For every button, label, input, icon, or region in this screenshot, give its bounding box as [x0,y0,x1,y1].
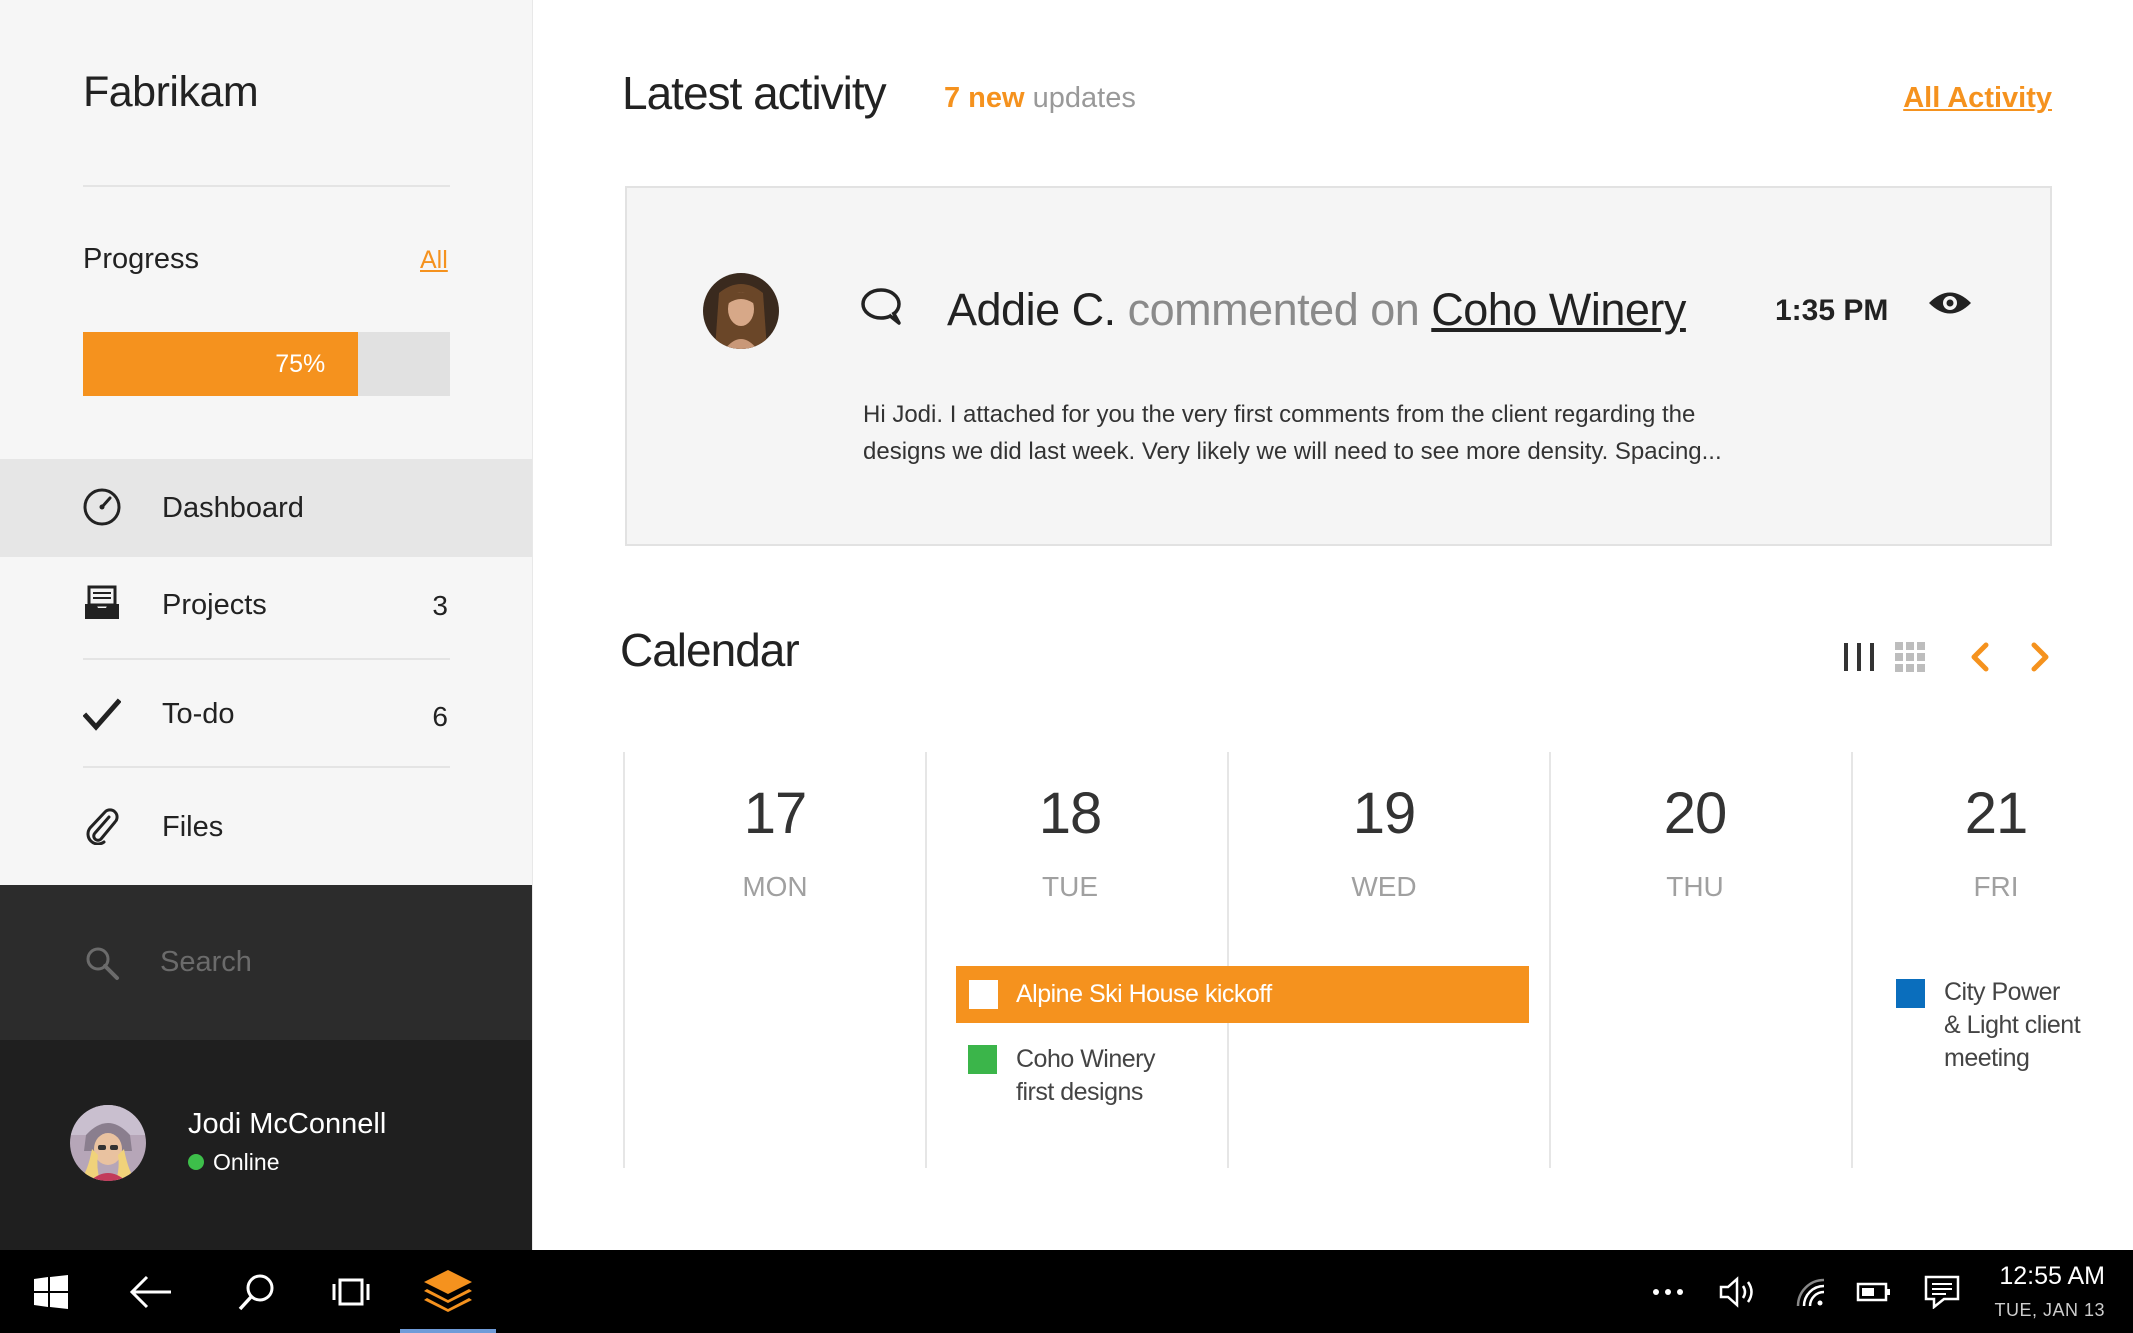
event-title-line: City Power [1944,978,2060,1006]
paperclip-icon [82,806,122,846]
nav-label: Projects [162,589,267,621]
day-number: 21 [1964,781,2029,846]
fabrikam-app-icon[interactable] [400,1250,496,1333]
nav-item-dashboard[interactable]: Dashboard [0,459,533,557]
active-app-indicator [400,1329,496,1333]
battery-icon[interactable] [1852,1250,1896,1333]
nav-label: Dashboard [162,492,304,524]
updates-new-count: 7 new [944,82,1025,114]
event-color-marker [968,1045,997,1074]
event-coho-winery-first-designs[interactable]: Coho Winery first designs [1016,1043,1156,1109]
day-name: TUE [1042,871,1098,902]
calendar-day-fri[interactable]: 21 FRI [1846,780,2133,903]
event-title: Alpine Ski House kickoff [1016,980,1272,1008]
divider [83,658,450,660]
user-status: Online [213,1149,280,1175]
windows-start-icon[interactable] [18,1250,84,1333]
avatar[interactable] [70,1105,146,1181]
chevron-left-icon[interactable] [1966,641,1994,678]
updates-suffix: updates [1024,82,1136,114]
avatar[interactable] [703,273,779,349]
progress-percent: 75% [275,350,326,378]
day-name: FRI [1973,871,2019,902]
day-number: 17 [743,781,808,846]
calendar-day-wed[interactable]: 19 WED [1234,780,1534,903]
user-panel: Jodi McConnell Online [0,1040,533,1250]
day-number: 18 [1038,781,1103,846]
day-name: MON [742,871,808,902]
event-color-marker [1896,979,1925,1008]
speedometer-icon [82,487,122,527]
activity-card[interactable]: Addie C. commented on Coho Winery 1:35 P… [625,186,2052,546]
event-title-line: meeting [1944,1044,2030,1072]
app-title: Fabrikam [83,68,259,116]
event-city-power-light-meeting[interactable]: City Power & Light client meeting [1944,976,2081,1075]
sidebar: Fabrikam Progress All 75% Dashboard Proj… [0,0,533,1250]
wifi-icon[interactable] [1788,1250,1832,1333]
chevron-right-icon[interactable] [2026,641,2054,678]
column-view-icon[interactable] [1842,641,1876,678]
nav-label: Files [162,811,224,843]
day-name: WED [1351,871,1417,902]
event-title-line: Coho Winery [1016,1045,1156,1073]
event-checkbox[interactable] [969,980,998,1009]
search-bar [0,885,533,1040]
activity-author: Addie C. [947,284,1116,335]
activity-body: Hi Jodi. I attached for you the very fir… [863,401,1722,465]
search-icon[interactable] [224,1250,290,1333]
activity-time: 1:35 PM [1775,294,1889,327]
online-status-dot [188,1154,204,1170]
divider [83,766,450,768]
activity-headline: Addie C. commented on Coho Winery [947,284,1686,336]
calendar-day-thu[interactable]: 20 THU [1545,780,1845,903]
event-alpine-ski-house-kickoff[interactable]: Alpine Ski House kickoff [956,966,1529,1023]
progress-label: Progress [83,243,200,275]
activity-target-link[interactable]: Coho Winery [1431,284,1686,335]
day-number: 19 [1352,781,1417,846]
day-name: THU [1666,871,1724,902]
calendar-day-mon[interactable]: 17 MON [625,780,925,903]
nav-item-todo[interactable]: To-do 6 [0,666,533,764]
user-name: Jodi McConnell [188,1108,387,1140]
volume-icon[interactable] [1716,1250,1760,1333]
action-center-icon[interactable] [1920,1250,1964,1333]
calendar-title: Calendar [620,624,800,676]
updates-count: 7 new updates [944,82,1136,115]
task-view-icon[interactable] [318,1250,384,1333]
search-input[interactable] [160,940,480,984]
taskbar-date[interactable]: TUE, JAN 13 [1994,1300,2105,1321]
calendar-column-divider [1227,752,1229,1168]
inbox-tray-icon [82,583,122,623]
event-title-line: first designs [1016,1078,1143,1106]
comment-icon [859,286,903,331]
checkmark-icon [82,695,122,735]
nav-item-files[interactable]: Files [0,777,533,875]
divider [83,185,450,187]
nav-label: To-do [162,698,235,730]
progress-bar: 75% [83,332,450,396]
all-activity-link[interactable]: All Activity [1903,82,2052,115]
search-icon [84,945,120,986]
taskbar: 12:55 AM TUE, JAN 13 [0,1250,2133,1333]
latest-activity-title: Latest activity [622,67,887,119]
sidebar-divider [532,0,533,1250]
projects-count: 3 [432,590,448,621]
progress-all-link[interactable]: All [420,246,448,275]
taskbar-clock[interactable]: 12:55 AM [1999,1262,2105,1291]
todo-count: 6 [432,701,448,732]
grid-view-icon[interactable] [1894,641,1926,678]
back-arrow-icon[interactable] [118,1250,184,1333]
calendar-day-tue[interactable]: 18 TUE [920,780,1220,903]
activity-action: commented on [1115,284,1432,335]
more-dots-icon[interactable] [1648,1250,1688,1333]
day-number: 20 [1663,781,1728,846]
eye-icon[interactable] [1927,288,1973,323]
event-title-line: & Light client [1944,1011,2081,1039]
progress-fill: 75% [83,332,359,396]
nav-item-projects[interactable]: Projects 3 [0,557,533,655]
